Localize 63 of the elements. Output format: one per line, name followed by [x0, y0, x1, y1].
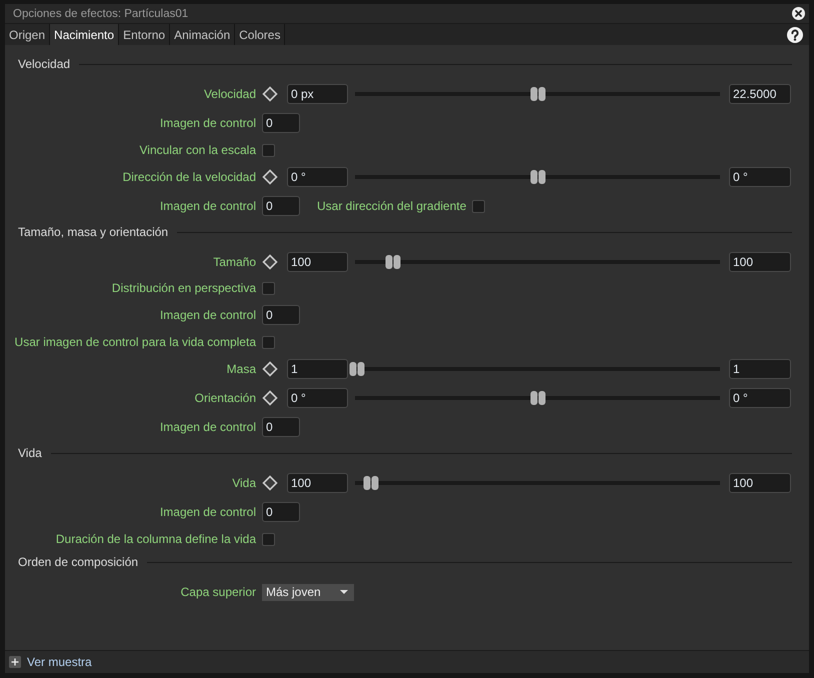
- checkbox-label: Usar dirección del gradiente: [317, 199, 466, 213]
- close-icon[interactable]: [792, 7, 805, 20]
- field-label: Imagen de control: [158, 505, 256, 519]
- slider-thumb[interactable]: [363, 474, 380, 490]
- number-field[interactable]: 0: [262, 305, 300, 325]
- section-title: Orden de composición: [18, 555, 138, 569]
- field-label: Dirección de la velocidad: [122, 170, 256, 184]
- plus-icon: [9, 656, 21, 668]
- number-field[interactable]: 0: [262, 196, 300, 216]
- number-field[interactable]: 0: [262, 502, 300, 522]
- diamond-icon[interactable]: [262, 86, 278, 102]
- value-field[interactable]: 0 °: [287, 166, 348, 186]
- value-field[interactable]: 100: [287, 472, 348, 492]
- number-field[interactable]: 0: [262, 113, 300, 133]
- section-title: Vida: [18, 446, 42, 460]
- diamond-icon[interactable]: [262, 360, 278, 376]
- diamond-icon[interactable]: [262, 474, 278, 490]
- checkbox[interactable]: [262, 282, 275, 294]
- value-field[interactable]: 1: [287, 358, 348, 378]
- tab[interactable]: Nacimiento: [50, 24, 120, 45]
- section-title: Velocidad: [18, 57, 70, 71]
- value-field[interactable]: 1: [729, 358, 791, 378]
- checkbox-label: Distribución en perspectiva: [110, 281, 256, 295]
- diamond-icon[interactable]: [262, 168, 278, 184]
- slider-thumb[interactable]: [530, 86, 546, 102]
- preview-toggle[interactable]: Ver muestra: [9, 655, 92, 669]
- field-label: Imagen de control: [158, 199, 256, 213]
- slider-thumb[interactable]: [530, 168, 546, 184]
- diamond-icon[interactable]: [262, 390, 278, 406]
- field-label: Capa superior: [180, 585, 256, 599]
- field-label: Tamaño: [212, 254, 256, 268]
- checkbox-label: Duración de la columna define la vida: [54, 532, 256, 546]
- field-label: Imagen de control: [158, 116, 256, 130]
- slider-thumb[interactable]: [349, 360, 365, 376]
- checkbox[interactable]: [262, 144, 275, 156]
- window-title: Opciones de efectos: Partículas01: [13, 8, 190, 20]
- value-field[interactable]: 100: [729, 252, 791, 272]
- field-label: Orientación: [194, 390, 256, 404]
- checkbox[interactable]: [262, 532, 275, 546]
- slider-thumb[interactable]: [385, 254, 402, 270]
- value-field[interactable]: 22.5000: [729, 84, 791, 104]
- value-field[interactable]: 100: [287, 252, 348, 272]
- field-label: Imagen de control: [158, 420, 256, 434]
- field-label: Masa: [226, 362, 256, 376]
- help-icon[interactable]: [787, 26, 803, 42]
- caret-icon: [340, 590, 348, 594]
- checkbox[interactable]: [262, 336, 275, 348]
- section-title: Tamaño, masa y orientación: [18, 225, 168, 239]
- value-field[interactable]: 100: [729, 472, 791, 492]
- diamond-icon[interactable]: [262, 254, 278, 270]
- value-field[interactable]: 0 px: [287, 84, 348, 104]
- field-label: Velocidad: [202, 86, 256, 100]
- checkbox-label: Vincular con la escala: [138, 143, 256, 157]
- field-label: Imagen de control: [158, 308, 256, 322]
- value-field[interactable]: 0 °: [729, 388, 791, 408]
- checkbox-label: Usar imagen de control para la vida completa: [14, 335, 256, 349]
- number-field[interactable]: 0: [262, 417, 300, 437]
- value-field[interactable]: 0 °: [287, 388, 348, 408]
- checkbox[interactable]: [472, 200, 486, 212]
- dropdown[interactable]: Más joven: [262, 584, 354, 600]
- slider-thumb[interactable]: [530, 390, 546, 406]
- field-label: Vida: [231, 476, 256, 490]
- value-field[interactable]: 0 °: [729, 166, 791, 186]
